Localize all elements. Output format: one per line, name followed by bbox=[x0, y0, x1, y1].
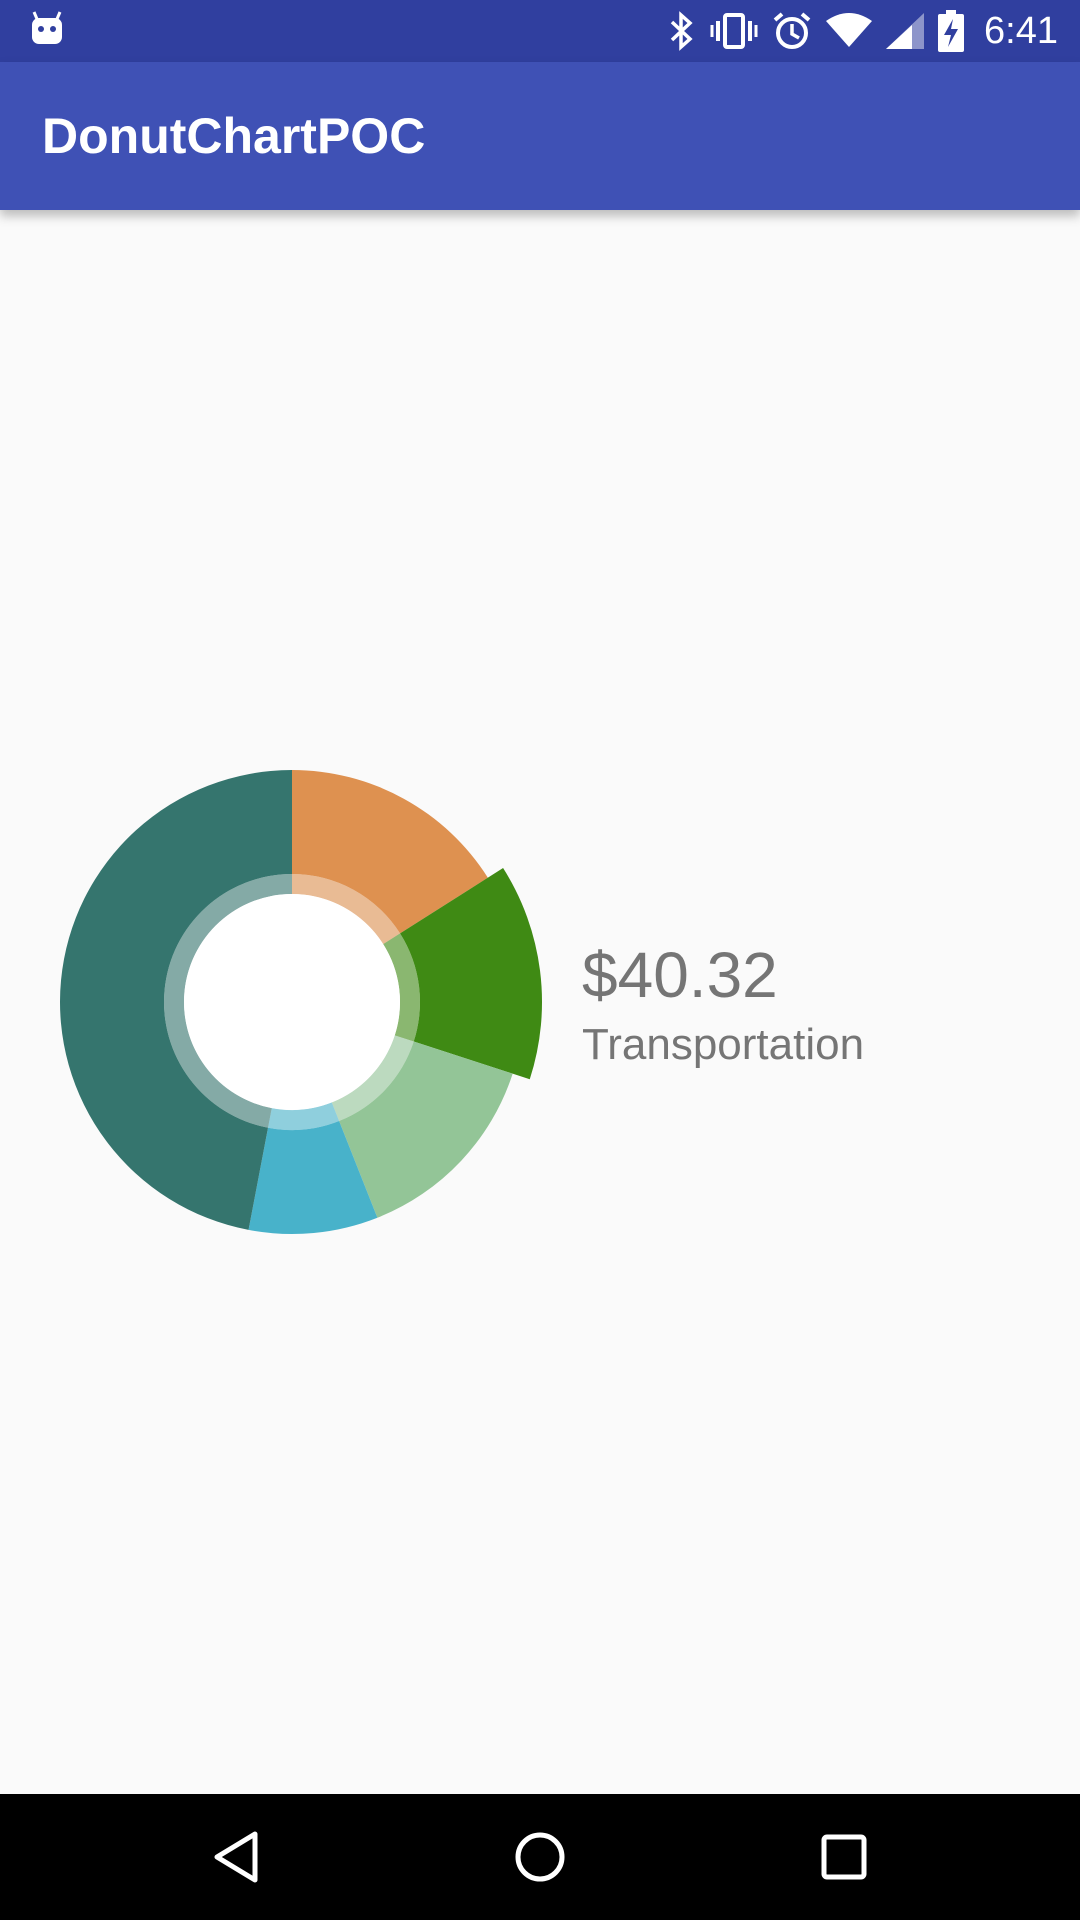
back-button[interactable] bbox=[176, 1794, 296, 1920]
home-icon bbox=[515, 1832, 565, 1882]
recents-button[interactable] bbox=[784, 1794, 904, 1920]
status-time: 6:41 bbox=[984, 9, 1058, 52]
status-bar: 6:41 bbox=[0, 0, 1080, 62]
donut-center-hole bbox=[184, 894, 400, 1110]
wifi-icon bbox=[826, 13, 873, 47]
app-bar: DonutChartPOC bbox=[0, 62, 1080, 210]
vibrate-icon bbox=[710, 13, 758, 49]
bluetooth-icon bbox=[670, 11, 693, 51]
home-button[interactable] bbox=[480, 1794, 600, 1920]
battery-charging-icon bbox=[938, 10, 965, 52]
selected-category: Transportation bbox=[582, 1020, 865, 1069]
alarm-icon bbox=[773, 12, 811, 49]
donut-chart[interactable] bbox=[0, 210, 560, 1794]
navigation-bar bbox=[0, 1794, 1080, 1920]
selected-amount: $40.32 bbox=[582, 939, 778, 1011]
android-notification-icon bbox=[30, 10, 64, 51]
cell-signal-icon bbox=[886, 13, 925, 49]
app-title: DonutChartPOC bbox=[42, 108, 426, 164]
content-area: $40.32 Transportation bbox=[0, 210, 1080, 1794]
recents-icon bbox=[821, 1834, 867, 1880]
back-icon bbox=[214, 1831, 258, 1883]
